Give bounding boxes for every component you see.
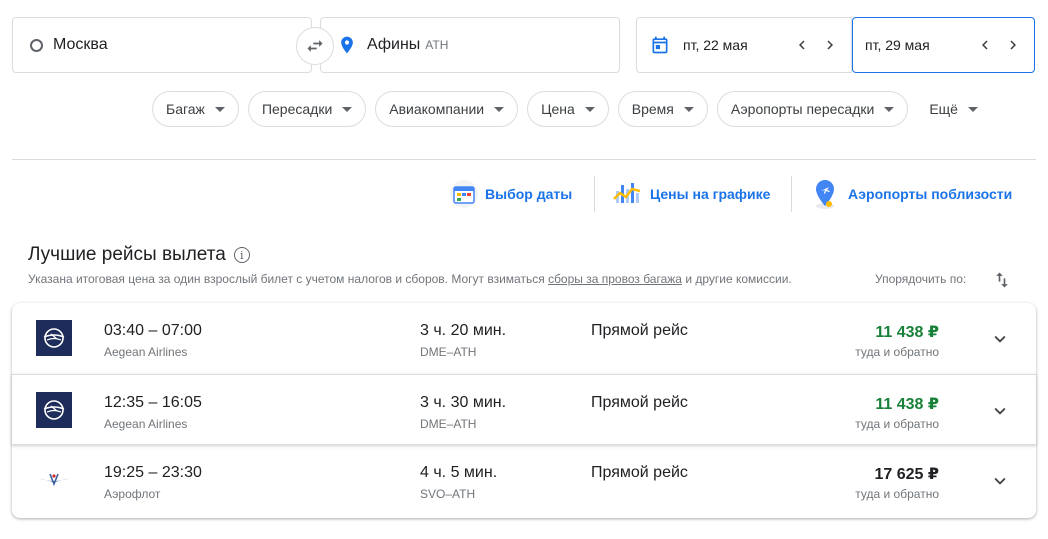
flight-row[interactable]: 03:40 – 07:00 Aegean Airlines 3 ч. 20 ми…	[12, 303, 1036, 374]
destination-code: ATH	[425, 38, 449, 52]
prev-date-icon[interactable]	[793, 36, 811, 54]
results-heading: Лучшие рейсы вылета i	[28, 244, 250, 266]
flight-times: 03:40 – 07:00	[104, 322, 202, 339]
flight-times: 12:35 – 16:05	[104, 394, 202, 411]
price-graph-icon	[613, 183, 641, 203]
flight-airline: Aegean Airlines	[104, 417, 188, 431]
sort-label: Упорядочить по:	[875, 272, 967, 286]
caret-down-icon	[884, 106, 895, 112]
aegean-logo	[36, 392, 72, 428]
caret-down-icon	[584, 106, 595, 112]
flight-price: 11 438 ₽	[875, 324, 939, 341]
sort-icon[interactable]	[992, 270, 1012, 295]
nearby-airports-tool[interactable]: Аэропорты поблизости	[808, 174, 1012, 214]
flight-duration: 4 ч. 5 мин.	[420, 464, 498, 481]
filter-connecting-airports[interactable]: Аэропорты пересадки	[716, 91, 909, 127]
aeroflot-logo	[36, 462, 72, 498]
filter-time[interactable]: Время	[617, 91, 708, 127]
caret-down-icon	[967, 106, 978, 112]
swap-icon	[307, 40, 323, 52]
departure-date-field[interactable]: пт, 22 мая	[636, 17, 852, 73]
filter-airlines[interactable]: Авиакомпании	[375, 91, 519, 127]
flight-route: SVO–ATH	[420, 487, 476, 501]
prev-date-icon[interactable]	[976, 36, 994, 54]
flight-price-type: туда и обратно	[855, 487, 939, 501]
price-graph-tool[interactable]: Цены на графике	[612, 174, 770, 214]
origin-circle-icon	[13, 38, 53, 52]
flight-stops: Прямой рейс	[591, 464, 688, 481]
flight-stops: Прямой рейс	[591, 394, 688, 411]
flight-price: 17 625 ₽	[874, 466, 939, 483]
results-title: Лучшие рейсы вылета	[28, 244, 226, 265]
caret-down-icon	[214, 106, 225, 112]
nearby-airport-pin-icon	[816, 180, 834, 209]
filter-price[interactable]: Цена	[527, 91, 609, 127]
flight-price: 11 438 ₽	[875, 396, 939, 413]
return-date-field[interactable]: пт, 29 мая	[852, 17, 1035, 73]
flight-duration: 3 ч. 30 мин.	[420, 394, 507, 411]
caret-down-icon	[342, 106, 353, 112]
flight-list: 03:40 – 07:00 Aegean Airlines 3 ч. 20 ми…	[12, 303, 1036, 518]
filter-stops[interactable]: Пересадки	[247, 91, 367, 127]
swap-button[interactable]	[296, 27, 334, 65]
filter-more[interactable]: Ещё	[917, 91, 978, 127]
origin-field[interactable]: Москва	[12, 17, 312, 73]
nearby-airports-label: Аэропорты поблизости	[848, 186, 1013, 202]
price-graph-label: Цены на графике	[650, 186, 771, 202]
expand-chevron-icon[interactable]	[988, 399, 1012, 423]
flight-duration: 3 ч. 20 мин.	[420, 322, 507, 339]
info-icon[interactable]: i	[233, 247, 250, 263]
divider	[12, 159, 1036, 160]
expand-chevron-icon[interactable]	[988, 469, 1012, 493]
next-date-icon[interactable]	[1004, 36, 1022, 54]
aegean-logo	[36, 320, 72, 356]
date-picker-tool[interactable]: Выбор даты	[449, 174, 572, 214]
calendar-icon	[637, 35, 683, 55]
calendar-grid-icon	[450, 180, 478, 208]
next-date-icon[interactable]	[821, 36, 839, 54]
date-picker-label: Выбор даты	[485, 186, 573, 202]
flight-price-type: туда и обратно	[855, 345, 939, 359]
flight-route: DME–ATH	[420, 345, 477, 359]
filter-bar: Багаж Пересадки Авиакомпании Цена Время …	[152, 91, 978, 127]
caret-down-icon	[494, 106, 505, 112]
price-note: Указана итоговая цена за один взрослый б…	[28, 272, 792, 286]
destination-field[interactable]: Афины ATH	[320, 17, 620, 73]
origin-value: Москва	[53, 36, 108, 53]
flight-airline: Аэрофлот	[104, 487, 161, 501]
tools-divider	[594, 176, 595, 212]
flight-stops: Прямой рейс	[591, 322, 688, 339]
flight-row[interactable]: 19:25 – 23:30 Аэрофлот 4 ч. 5 мин. SVO–A…	[12, 445, 1036, 516]
return-date: пт, 29 мая	[865, 37, 930, 53]
flight-price-type: туда и обратно	[855, 417, 939, 431]
flight-row[interactable]: 12:35 – 16:05 Aegean Airlines 3 ч. 30 ми…	[12, 374, 1036, 445]
baggage-fees-link[interactable]: сборы за провоз багажа	[548, 272, 682, 286]
caret-down-icon	[683, 106, 694, 112]
flight-route: DME–ATH	[420, 417, 477, 431]
filter-baggage[interactable]: Багаж	[152, 91, 239, 127]
destination-value: Афины	[367, 36, 421, 53]
flight-airline: Aegean Airlines	[104, 345, 188, 359]
flight-times: 19:25 – 23:30	[104, 464, 202, 481]
expand-chevron-icon[interactable]	[988, 327, 1012, 351]
departure-date: пт, 22 мая	[683, 37, 748, 53]
tools-divider	[791, 176, 792, 212]
